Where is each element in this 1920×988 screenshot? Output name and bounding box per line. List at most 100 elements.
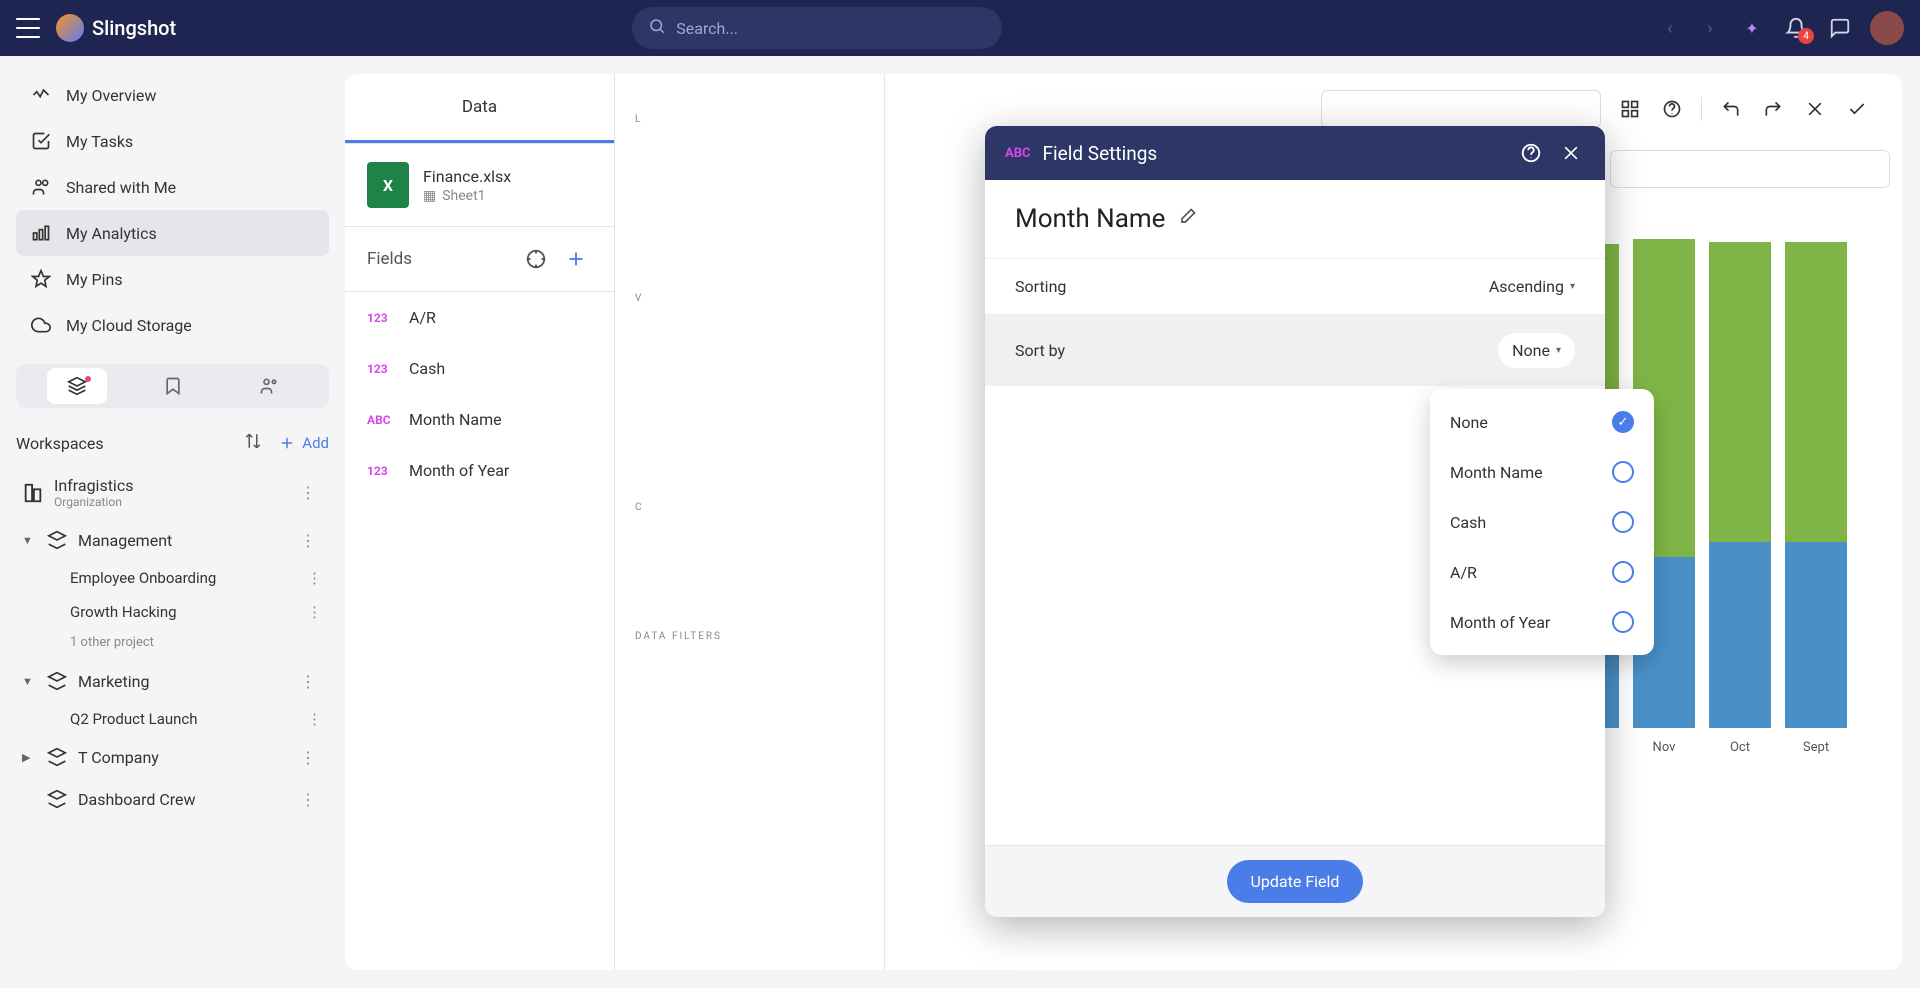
dropdown-option[interactable]: Month of Year [1430,597,1654,647]
cloud-icon [30,314,52,336]
confirm-icon[interactable] [1844,96,1870,122]
chat-icon[interactable] [1826,14,1854,42]
ws-menu[interactable]: ⋮ [294,672,323,691]
modal-help-icon[interactable] [1517,139,1545,167]
data-source-file[interactable]: X Finance.xlsx ▦ Sheet1 [345,144,614,227]
edit-icon[interactable] [1177,204,1197,234]
proj-menu[interactable]: ⋮ [301,603,329,621]
nav-my-tasks[interactable]: My Tasks [16,118,329,164]
chevron-down-icon: ▾ [1556,345,1561,356]
sheet-name: Sheet1 [442,188,485,204]
modal-close-icon[interactable] [1557,139,1585,167]
nav-shared[interactable]: Shared with Me [16,164,329,210]
nav-my-pins[interactable]: My Pins [16,256,329,302]
help-icon[interactable] [1659,96,1685,122]
chart-title-input[interactable] [1610,150,1890,188]
ws-marketing[interactable]: ▼ Marketing ⋮ [16,660,329,702]
field-row[interactable]: ABC Month Name [345,394,614,445]
dropdown-option[interactable]: None [1430,397,1654,447]
search-input[interactable] [676,19,986,38]
org-name: Infragistics [54,476,133,495]
proj-employee-onboarding[interactable]: Employee Onboarding ⋮ [16,561,329,595]
dropdown-option[interactable]: Month Name [1430,447,1654,497]
dropdown-option[interactable]: A/R [1430,547,1654,597]
caret-down-icon[interactable]: ▼ [22,675,36,688]
field-settings-modal: ABC Field Settings Month Name Sorting As… [985,126,1605,917]
ws-menu[interactable]: ⋮ [294,531,323,550]
field-row[interactable]: 123Month of Year [345,445,614,496]
option-label: A/R [1450,563,1477,582]
ws-management[interactable]: ▼ Management ⋮ [16,519,329,561]
dropdown-option[interactable]: Cash [1430,497,1654,547]
radio-icon [1612,511,1634,533]
x-axis-label: Sept [1785,740,1847,755]
ws-infragistics[interactable]: Infragistics Organization ⋮ [16,466,329,519]
menu-hamburger[interactable] [16,18,40,38]
nav-my-overview[interactable]: My Overview [16,72,329,118]
pins-icon [30,268,52,290]
proj-menu[interactable]: ⋮ [301,569,329,587]
view-people[interactable] [239,368,299,404]
field-name: Month Name [409,410,502,429]
ws-tcompany[interactable]: ▶ T Company ⋮ [16,736,329,778]
ai-sparkle-icon[interactable]: ✦ [1738,14,1766,42]
viz-type-select[interactable] [1321,90,1601,128]
sortby-value-select[interactable]: None ▾ [1498,333,1575,368]
nav-cloud-storage[interactable]: My Cloud Storage [16,302,329,348]
caret-down-icon[interactable]: ▼ [22,534,36,547]
org-sub: Organization [54,495,133,509]
field-type-badge: 123 [367,362,395,376]
view-layers[interactable] [47,368,107,404]
org-icon [22,482,44,504]
nav-back[interactable]: ‹ [1658,16,1682,40]
sorting-value-select[interactable]: Ascending ▾ [1489,277,1575,296]
overview-icon [30,84,52,106]
app-name: Slingshot [92,16,176,40]
target-icon[interactable] [520,243,552,275]
field-type-badge: ABC [367,413,395,427]
ws-menu[interactable]: ⋮ [294,748,323,767]
close-icon[interactable] [1802,96,1828,122]
proj-menu[interactable]: ⋮ [301,710,329,728]
nav-label: Shared with Me [66,178,176,197]
field-type-chip: ABC [1005,146,1031,161]
view-bookmarks[interactable] [143,368,203,404]
app-logo[interactable]: Slingshot [56,14,176,42]
sort-icon[interactable] [244,432,262,454]
other-projects-link[interactable]: 1 other project [16,629,329,660]
global-search[interactable] [632,7,1002,49]
tab-data[interactable]: Data [345,74,614,143]
undo-icon[interactable] [1718,96,1744,122]
option-label: Month Name [1450,463,1543,482]
add-workspace[interactable]: Add [278,434,329,452]
sorting-label: Sorting [1015,277,1066,296]
sheet-icon: ▦ [423,188,436,204]
proj-growth-hacking[interactable]: Growth Hacking ⋮ [16,595,329,629]
proj-q2-launch[interactable]: Q2 Product Launch ⋮ [16,702,329,736]
modal-title: Field Settings [1043,142,1505,165]
caret-right-icon[interactable]: ▶ [22,751,36,764]
fields-title: Fields [367,249,512,269]
nav-label: My Tasks [66,132,133,151]
field-row[interactable]: 123Cash [345,343,614,394]
ws-menu[interactable]: ⋮ [294,483,323,502]
add-field-icon[interactable] [560,243,592,275]
user-avatar[interactable] [1870,11,1904,45]
grid-icon[interactable] [1617,96,1643,122]
option-label: None [1450,413,1488,432]
layers-icon [46,670,68,692]
layers-icon [46,529,68,551]
radio-icon [1612,611,1634,633]
ws-dashboard-crew[interactable]: Dashboard Crew ⋮ [16,778,329,820]
redo-icon[interactable] [1760,96,1786,122]
update-field-button[interactable]: Update Field [1227,860,1364,903]
x-axis-label: Nov [1633,740,1695,755]
field-row[interactable]: 123A/R [345,292,614,343]
option-label: Month of Year [1450,613,1550,632]
ws-menu[interactable]: ⋮ [294,790,323,809]
field-name-display: Month Name [1015,204,1165,234]
nav-forward[interactable]: › [1698,16,1722,40]
nav-my-analytics[interactable]: My Analytics [16,210,329,256]
notifications-icon[interactable]: 4 [1782,14,1810,42]
radio-icon [1612,411,1634,433]
